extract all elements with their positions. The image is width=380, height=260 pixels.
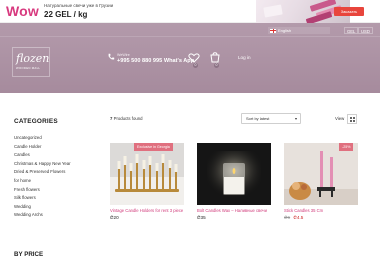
category-item[interactable]: Wedding xyxy=(14,203,84,212)
promo-tagline: Натуральные свечи уже в Грузии xyxy=(44,3,114,8)
category-item[interactable]: Candles xyxy=(14,151,84,160)
promo-order-button[interactable]: Заказать xyxy=(334,7,364,16)
product-image[interactable]: -25% xyxy=(284,143,358,205)
product-card[interactable]: Exclusive in Georgia Vintage Candle Hold… xyxy=(110,143,184,221)
chevron-down-icon: ▾ xyxy=(294,116,297,121)
products-found: 7 Products found xyxy=(110,116,143,121)
product-name[interactable]: Stick Candles 35 Cm xyxy=(284,208,358,213)
sort-select[interactable]: Sort by latest ▾ xyxy=(241,113,301,124)
phone-icon xyxy=(108,53,115,60)
view-label: View xyxy=(335,116,345,121)
phone-label: WeWire xyxy=(117,53,130,57)
language-switcher[interactable]: English xyxy=(268,27,330,34)
price-filter-heading: BY PRICE xyxy=(14,251,44,258)
candle-holders-image xyxy=(110,143,184,205)
product-name[interactable]: Vintage Candle Holders for rent 3 piece xyxy=(110,208,184,213)
promo-title: Wow xyxy=(6,3,40,19)
category-item[interactable]: Silk flowers xyxy=(14,194,84,203)
sort-value: Sort by latest xyxy=(246,116,270,121)
product-toolbar: 7 Products found Sort by latest ▾ View xyxy=(110,113,360,125)
product-image[interactable] xyxy=(197,143,271,205)
products-found-count: 7 xyxy=(110,116,113,121)
product-card[interactable]: Bolt Candles Wax – Наливные свечи ₾35 xyxy=(197,143,271,221)
category-item[interactable]: Fresh flowers xyxy=(14,186,84,195)
uk-flag-icon xyxy=(270,28,276,33)
product-price: ₾35 xyxy=(197,215,206,220)
promo-banner[interactable]: Wow Натуральные свечи уже в Грузии 22 GE… xyxy=(0,0,380,23)
products-found-label: Products found xyxy=(113,116,143,121)
categories-heading: CATEGORIES xyxy=(14,118,58,125)
product-price: ₾6 ₾4.5 xyxy=(284,215,358,221)
login-link[interactable]: Log in xyxy=(238,55,251,60)
category-list: Uncategorized Candle Holder Candles Chri… xyxy=(14,134,84,220)
site-logo[interactable]: flozen WOODEN MALL xyxy=(12,47,50,77)
price-value: 20 xyxy=(113,215,119,220)
logo-subtitle: WOODEN MALL xyxy=(16,66,41,70)
category-item[interactable]: Dried & Preserved Flowers xyxy=(14,168,84,177)
cart-count: 0 xyxy=(214,63,219,68)
product-image[interactable]: Exclusive in Georgia xyxy=(110,143,184,205)
price-value: 35 xyxy=(200,215,206,220)
product-card[interactable]: -25% Stick Candles 35 Cm ₾6 ₾4.5 xyxy=(284,143,358,221)
product-badge: Exclusive in Georgia xyxy=(134,143,173,151)
top-bar: English GEL USD xyxy=(0,23,380,37)
promo-price: 22 GEL / kg xyxy=(44,10,88,19)
category-item[interactable]: Uncategorized xyxy=(14,134,84,143)
product-name[interactable]: Bolt Candles Wax – Наливные свечи xyxy=(197,208,271,213)
sale-price-value: 4.5 xyxy=(296,215,304,220)
discount-badge: -25% xyxy=(339,143,354,151)
category-sidebar: CATEGORIES Uncategorized Candle Holder C… xyxy=(14,110,84,220)
language-label: English xyxy=(278,28,292,33)
old-price: ₾6 xyxy=(284,215,291,220)
glass-candle-image xyxy=(197,143,271,205)
category-item[interactable]: Christmas & Happy New Year xyxy=(14,160,84,169)
category-item[interactable]: Wedding Archs xyxy=(14,211,84,220)
currency-gel[interactable]: GEL xyxy=(344,27,359,34)
sale-price: ₾4.5 xyxy=(293,215,304,220)
currency-usd[interactable]: USD xyxy=(358,27,373,34)
old-price-value: 6 xyxy=(287,215,291,220)
stick-candles-image xyxy=(284,143,358,205)
category-item[interactable]: for home xyxy=(14,177,84,186)
wishlist-count: 0 xyxy=(193,63,198,68)
phone-number[interactable]: +995 500 880 995 What's App xyxy=(117,58,194,64)
site-header: English GEL USD flozen WOODEN MALL WeWir… xyxy=(0,23,380,93)
grid-view-icon[interactable] xyxy=(347,114,357,124)
logo-wordmark: flozen xyxy=(16,52,50,65)
category-item[interactable]: Candle Holder xyxy=(14,143,84,152)
product-price: ₾20 xyxy=(110,215,119,220)
